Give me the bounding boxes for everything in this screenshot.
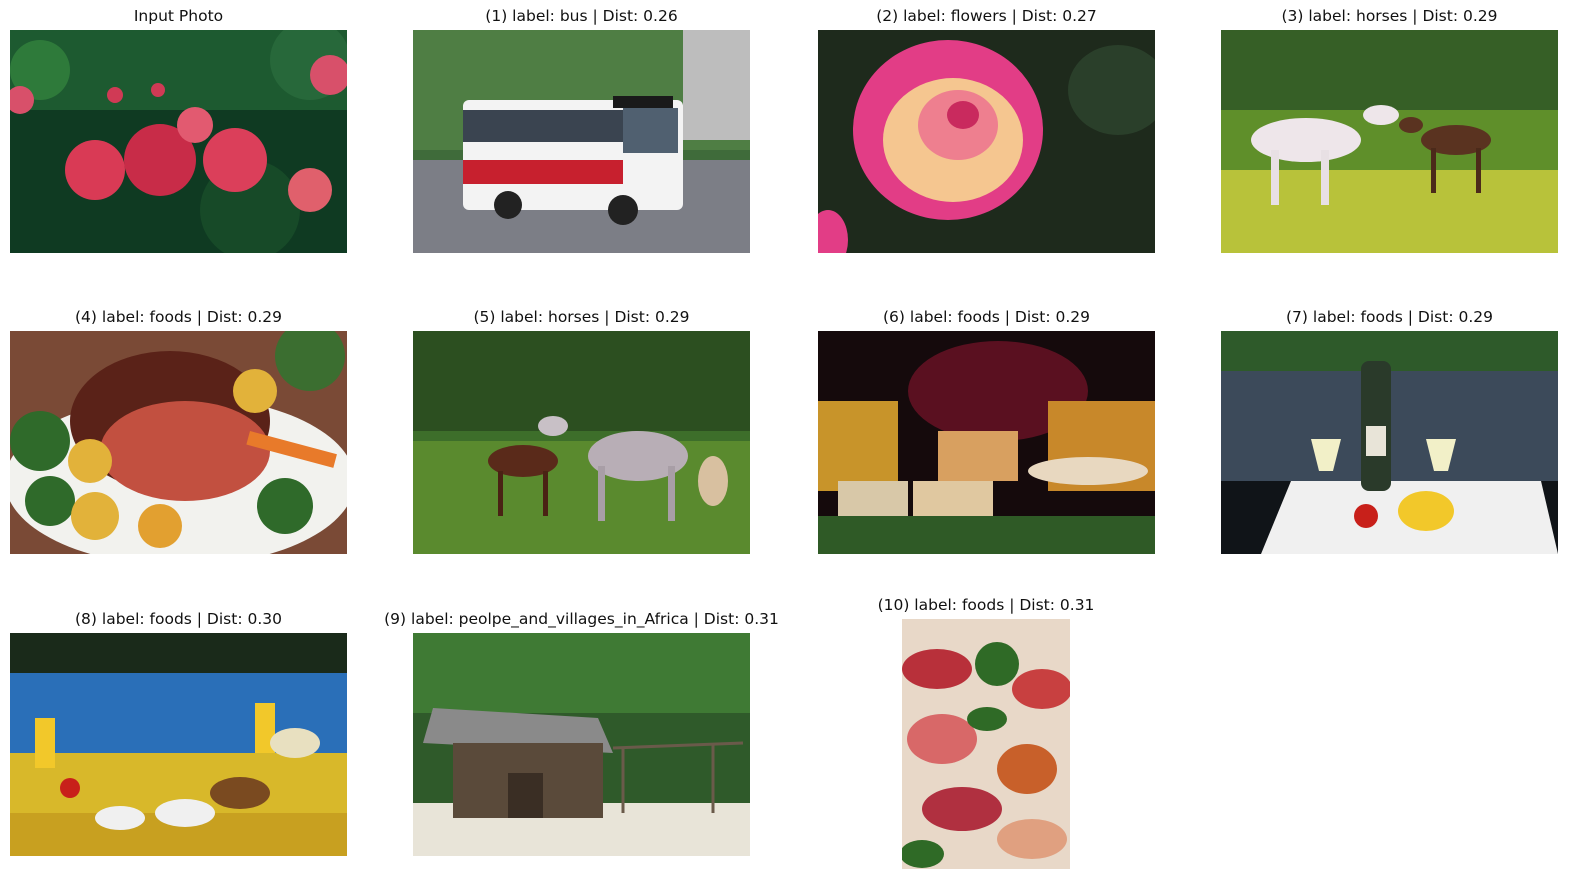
wine-cheese-river-photo <box>1221 331 1558 554</box>
panel-title-7: (7) label: foods | Dist: 0.29 <box>1286 308 1493 326</box>
panel-title-3: (3) label: horses | Dist: 0.29 <box>1281 7 1498 25</box>
rose-closeup-photo <box>818 30 1155 253</box>
bus-photo <box>413 30 750 253</box>
panel-title-input: Input Photo <box>133 7 224 25</box>
panel-title-9: (9) label: peolpe_and_villages_in_Africa… <box>384 610 779 628</box>
panel-title-4: (4) label: foods | Dist: 0.29 <box>75 308 282 326</box>
sausages-and-pate-photo <box>818 331 1155 554</box>
panel-title-8: (8) label: foods | Dist: 0.30 <box>75 610 282 628</box>
horse-and-foal-meadow-photo <box>1221 30 1558 253</box>
horse-and-foal-running-photo <box>413 331 750 554</box>
input-photo <box>10 30 347 253</box>
poolside-buffet-photo <box>10 633 347 856</box>
tin-hut-palms-photo <box>413 633 750 856</box>
roast-beef-plate-photo <box>10 331 347 554</box>
panel-title-10: (10) label: foods | Dist: 0.31 <box>877 596 1095 614</box>
panel-title-6: (6) label: foods | Dist: 0.29 <box>883 308 1090 326</box>
cold-cuts-platter-photo <box>902 619 1070 869</box>
panel-title-2: (2) label: flowers | Dist: 0.27 <box>876 7 1097 25</box>
panel-title-5: (5) label: horses | Dist: 0.29 <box>473 308 690 326</box>
panel-title-1: (1) label: bus | Dist: 0.26 <box>485 7 678 25</box>
